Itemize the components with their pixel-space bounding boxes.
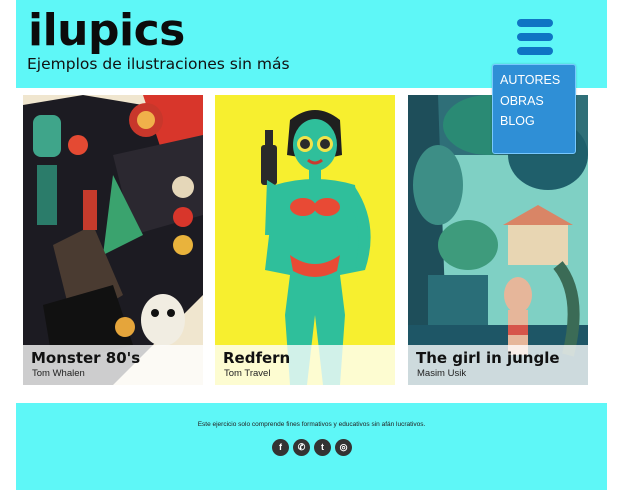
twitter-icon[interactable]: t	[314, 439, 331, 456]
dropdown-menu: AUTORES OBRAS BLOG	[492, 64, 576, 154]
menu-item-autores[interactable]: AUTORES	[493, 70, 575, 91]
menu-item-obras[interactable]: OBRAS	[493, 91, 575, 112]
card-caption: The girl in jungle Masim Usik	[408, 345, 588, 385]
instagram-icon[interactable]: ◎	[335, 439, 352, 456]
monster-80s-illustration	[23, 95, 203, 385]
card-caption: Monster 80's Tom Whalen	[23, 345, 203, 385]
hamburger-menu-icon[interactable]	[517, 19, 553, 55]
card-monster-80s[interactable]: Monster 80's Tom Whalen	[23, 95, 203, 385]
site-footer: Este ejercicio solo comprende fines form…	[16, 403, 607, 490]
footer-disclaimer: Este ejercicio solo comprende fines form…	[197, 421, 426, 428]
card-author: Tom Travel	[224, 368, 271, 379]
menu-item-blog[interactable]: BLOG	[493, 111, 575, 132]
card-title[interactable]: The girl in jungle	[416, 349, 560, 367]
site-logo[interactable]: ilupics	[28, 2, 185, 60]
card-redfern[interactable]: Redfern Tom Travel	[215, 95, 395, 385]
facebook-icon[interactable]: f	[272, 439, 289, 456]
card-author: Tom Whalen	[32, 368, 85, 379]
card-author: Masim Usik	[417, 368, 467, 379]
site-tagline: Ejemplos de ilustraciones sin más	[27, 55, 290, 73]
card-title[interactable]: Redfern	[223, 349, 290, 367]
redfern-illustration	[215, 95, 395, 385]
card-caption: Redfern Tom Travel	[215, 345, 395, 385]
card-title[interactable]: Monster 80's	[31, 349, 140, 367]
whatsapp-icon[interactable]: ✆	[293, 439, 310, 456]
